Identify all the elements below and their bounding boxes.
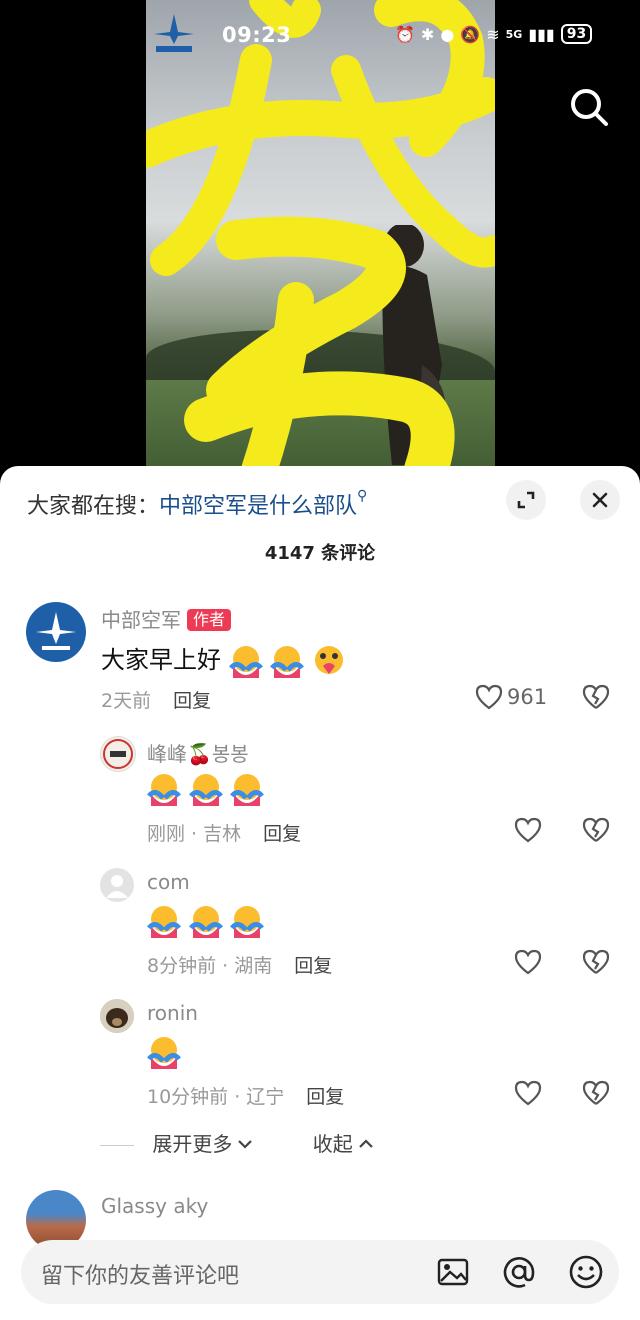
avatar[interactable] bbox=[100, 999, 134, 1033]
broken-heart-icon bbox=[582, 684, 610, 709]
hug-emoji-icon bbox=[230, 906, 265, 938]
hug-emoji-icon bbox=[270, 646, 305, 678]
reply-meta: 刚刚 · 吉林 回复 bbox=[147, 819, 301, 846]
hug-emoji-icon bbox=[147, 774, 181, 806]
channel-logo bbox=[154, 14, 194, 52]
hot-search-prefix: 大家都在搜： bbox=[27, 494, 160, 519]
video-overlay-calligraphy bbox=[146, 0, 495, 480]
dislike-button[interactable] bbox=[582, 684, 610, 714]
location-icon: ● bbox=[440, 24, 455, 44]
signal-icon: ▮▮▮ bbox=[528, 24, 555, 44]
heart-icon bbox=[475, 684, 503, 710]
default-avatar-icon bbox=[106, 875, 128, 898]
like-button[interactable] bbox=[514, 1080, 542, 1106]
hug-emoji-icon bbox=[147, 906, 181, 938]
like-button[interactable] bbox=[514, 949, 542, 975]
chevron-up-icon bbox=[358, 1139, 373, 1148]
heart-icon bbox=[514, 1080, 542, 1106]
at-icon[interactable] bbox=[501, 1254, 537, 1290]
search-icon bbox=[571, 89, 608, 126]
divider bbox=[100, 1145, 134, 1146]
smile-icon[interactable] bbox=[568, 1254, 604, 1290]
dislike-button[interactable] bbox=[582, 817, 610, 847]
heart-icon bbox=[514, 817, 542, 843]
battery-indicator: 93 bbox=[560, 24, 593, 44]
mute-icon: 🔕 bbox=[460, 24, 481, 44]
dog-avatar-icon bbox=[100, 999, 134, 1033]
expand-more-button[interactable]: 展开更多 bbox=[152, 1132, 254, 1156]
close-icon bbox=[592, 492, 608, 508]
reply-avatar-badge-icon bbox=[103, 739, 133, 769]
reply-button[interactable]: 回复 bbox=[173, 690, 211, 712]
heart-icon bbox=[514, 949, 542, 975]
reply-button[interactable]: 回复 bbox=[306, 1086, 344, 1108]
network-label: 5G bbox=[505, 27, 523, 41]
reply-button[interactable]: 回复 bbox=[263, 823, 301, 845]
collapse-button[interactable]: 收起 bbox=[313, 1132, 375, 1156]
broken-heart-icon bbox=[582, 949, 610, 974]
reply-time: 10分钟前 · 辽宁 bbox=[147, 1086, 285, 1108]
reply-meta: 10分钟前 · 辽宁 回复 bbox=[147, 1082, 344, 1109]
reply-text bbox=[147, 772, 265, 806]
bluetooth-icon: ✱ bbox=[420, 24, 435, 44]
like-count: 961 bbox=[507, 685, 548, 709]
collapse-label: 收起 bbox=[312, 1132, 353, 1156]
comment-text: 大家早上好 bbox=[101, 640, 346, 678]
hug-emoji-icon bbox=[230, 774, 265, 806]
comment-meta: 2天前 回复 bbox=[101, 686, 211, 713]
hug-emoji-icon bbox=[147, 1037, 181, 1069]
avatar[interactable] bbox=[26, 602, 86, 662]
avatar[interactable] bbox=[100, 868, 134, 902]
dislike-button[interactable] bbox=[582, 949, 610, 979]
replies-toggle-row: 展开更多 收起 bbox=[100, 1128, 375, 1157]
dislike-button[interactable] bbox=[582, 1080, 610, 1110]
search-button[interactable] bbox=[568, 86, 610, 128]
author-name: 中部空军 bbox=[101, 608, 181, 632]
comment-time: 2天前 bbox=[101, 690, 152, 712]
comment-author[interactable]: 中部空军 作者 bbox=[101, 604, 232, 633]
video-player[interactable]: 09:23 ⏰ ✱ ● 🔕 ≋ 5G ▮▮▮ 93 bbox=[0, 0, 640, 480]
broken-heart-icon bbox=[582, 1080, 610, 1105]
alarm-icon: ⏰ bbox=[395, 24, 415, 44]
heart-face-emoji-icon bbox=[314, 646, 343, 674]
hug-emoji-icon bbox=[188, 906, 223, 938]
comment-input-placeholder: 留下你的友善评论吧 bbox=[41, 1264, 240, 1289]
hot-search-banner[interactable]: 大家都在搜：中部空军是什么部队⚲ bbox=[27, 488, 367, 520]
status-time: 09:23 bbox=[222, 23, 292, 47]
like-button[interactable]: 961 bbox=[475, 684, 547, 710]
reply-author[interactable]: 峰峰🍒봉봉 bbox=[147, 738, 249, 767]
image-icon[interactable] bbox=[435, 1254, 471, 1290]
expand-icon bbox=[517, 491, 535, 509]
author-logo-icon bbox=[36, 612, 76, 650]
search-small-icon: ⚲ bbox=[357, 488, 368, 504]
expand-button[interactable] bbox=[506, 480, 546, 520]
reply-time: 刚刚 · 吉林 bbox=[147, 823, 242, 845]
author-badge: 作者 bbox=[187, 609, 232, 631]
hot-search-link[interactable]: 中部空军是什么部队 bbox=[159, 494, 357, 519]
reply-time: 8分钟前 · 湖南 bbox=[147, 955, 273, 977]
like-button[interactable] bbox=[514, 817, 542, 843]
chevron-down-icon bbox=[238, 1140, 253, 1149]
status-icons: ⏰ ✱ ● 🔕 ≋ 5G ▮▮▮ 93 bbox=[395, 24, 593, 44]
hug-emoji-icon bbox=[188, 774, 223, 806]
comment-count: 4147 条评论 bbox=[264, 543, 376, 564]
comment-author[interactable]: Glassy aky bbox=[101, 1194, 208, 1218]
comment-input-bar[interactable]: 留下你的友善评论吧 bbox=[21, 1240, 619, 1304]
reply-text bbox=[147, 904, 265, 938]
wifi-icon: ≋ bbox=[486, 24, 500, 44]
close-button[interactable] bbox=[580, 480, 620, 520]
comment-sheet: 大家都在搜：中部空军是什么部队⚲ 4147 条评论 中部空军作者 大家早上好 bbox=[0, 466, 640, 1320]
comment-text-body: 大家早上好 bbox=[101, 646, 221, 674]
reply-author[interactable]: com bbox=[147, 870, 190, 894]
hug-emoji-icon bbox=[228, 646, 263, 678]
reply-text bbox=[147, 1035, 181, 1069]
broken-heart-icon bbox=[582, 817, 610, 842]
expand-more-label: 展开更多 bbox=[152, 1132, 233, 1156]
video-frame[interactable] bbox=[146, 0, 495, 480]
reply-button[interactable]: 回复 bbox=[294, 955, 332, 977]
reply-author[interactable]: ronin bbox=[147, 1001, 198, 1025]
reply-meta: 8分钟前 · 湖南 回复 bbox=[147, 951, 332, 978]
avatar[interactable] bbox=[100, 736, 136, 772]
